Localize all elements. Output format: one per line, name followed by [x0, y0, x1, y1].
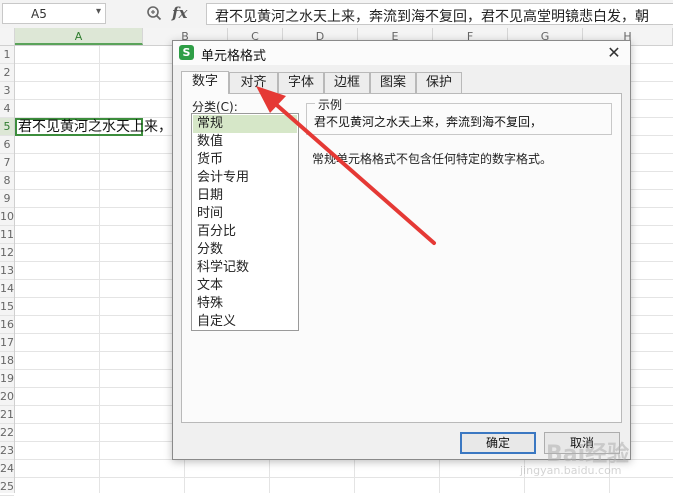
category-item-number[interactable]: 数值: [193, 133, 297, 151]
category-item-currency[interactable]: 货币: [193, 151, 297, 169]
ok-button[interactable]: 确定: [460, 432, 536, 454]
row-header-13[interactable]: 13: [0, 262, 14, 280]
row-header-10[interactable]: 10: [0, 208, 14, 226]
row-header-19[interactable]: 19: [0, 370, 14, 388]
row-header-23[interactable]: 23: [0, 442, 14, 460]
category-item-special[interactable]: 特殊: [193, 295, 297, 313]
name-box-value: A5: [31, 7, 47, 21]
row-header: 1 2 3 4 5 6 7 8 9 10 11 12 13 14 15 16 17 18 19 20 21 22 23 24 2…: [0, 46, 15, 496]
cancel-button[interactable]: 取消: [544, 432, 620, 454]
close-icon[interactable]: ✕: [604, 43, 624, 63]
row-header-17[interactable]: 17: [0, 334, 14, 352]
category-item-date[interactable]: 日期: [193, 187, 297, 205]
row-header-11[interactable]: 11: [0, 226, 14, 244]
active-cell-text: 君不见黄河之水天上来，: [18, 119, 172, 135]
row-header-5[interactable]: 5: [0, 118, 14, 136]
row-header-8[interactable]: 8: [0, 172, 14, 190]
sample-group: 示例 君不见黄河之水天上来，奔流到海不复回，: [306, 96, 612, 135]
formula-bar: A5 ▾ fx 君不见黄河之水天上来，奔流到海不复回，君不见高堂明镜悲白发，朝: [0, 0, 673, 29]
row-header-6[interactable]: 6: [0, 136, 14, 154]
row-header-4[interactable]: 4: [0, 100, 14, 118]
sample-label: 示例: [315, 96, 346, 113]
category-item-scientific[interactable]: 科学记数: [193, 259, 297, 277]
format-description: 常规单元格格式不包含任何特定的数字格式。: [312, 152, 553, 166]
sample-text: 君不见黄河之水天上来，奔流到海不复回，: [314, 115, 543, 129]
wps-sheet-app-icon: S: [179, 45, 194, 60]
category-item-general[interactable]: 常规: [193, 115, 297, 133]
row-header-15[interactable]: 15: [0, 298, 14, 316]
row-header-12[interactable]: 12: [0, 244, 14, 262]
function-fx-icon[interactable]: fx: [172, 4, 187, 22]
row-header-18[interactable]: 18: [0, 352, 14, 370]
tab-number[interactable]: 数字: [181, 71, 229, 94]
category-item-custom[interactable]: 自定义: [193, 313, 297, 331]
number-tab-panel: 分类(C): 常规 数值 货币 会计专用 日期 时间 百分比 分数 科学记数 文…: [181, 93, 622, 423]
dialog-titlebar[interactable]: S 单元格格式 ✕: [173, 41, 630, 65]
tab-font[interactable]: 字体: [278, 72, 324, 94]
row-header-22[interactable]: 22: [0, 424, 14, 442]
zoom-icon[interactable]: [146, 5, 162, 21]
select-all-corner[interactable]: [0, 28, 15, 45]
row-header-21[interactable]: 21: [0, 406, 14, 424]
category-item-percentage[interactable]: 百分比: [193, 223, 297, 241]
row-header-7[interactable]: 7: [0, 154, 14, 172]
tab-protection[interactable]: 保护: [416, 72, 462, 94]
formula-input[interactable]: 君不见黄河之水天上来，奔流到海不复回，君不见高堂明镜悲白发，朝: [206, 3, 673, 25]
tab-alignment[interactable]: 对齐: [229, 72, 278, 94]
category-item-time[interactable]: 时间: [193, 205, 297, 223]
row-header-16[interactable]: 16: [0, 316, 14, 334]
chevron-down-icon[interactable]: ▾: [96, 6, 101, 17]
category-item-fraction[interactable]: 分数: [193, 241, 297, 259]
row-header-25[interactable]: 25: [0, 478, 14, 496]
tab-border[interactable]: 边框: [324, 72, 370, 94]
category-item-accounting[interactable]: 会计专用: [193, 169, 297, 187]
column-header-a[interactable]: A: [15, 28, 143, 45]
row-header-9[interactable]: 9: [0, 190, 14, 208]
name-box[interactable]: A5 ▾: [2, 3, 106, 24]
tab-pattern[interactable]: 图案: [370, 72, 416, 94]
row-header-3[interactable]: 3: [0, 82, 14, 100]
format-cells-dialog: S 单元格格式 ✕ 数字 对齐 字体 边框 图案 保护 分类(C): 常规 数值…: [172, 40, 631, 460]
row-header-1[interactable]: 1: [0, 46, 14, 64]
row-header-14[interactable]: 14: [0, 280, 14, 298]
dialog-title: 单元格格式: [201, 49, 267, 64]
row-header-2[interactable]: 2: [0, 64, 14, 82]
row-header-24[interactable]: 24: [0, 460, 14, 478]
category-list[interactable]: 常规 数值 货币 会计专用 日期 时间 百分比 分数 科学记数 文本 特殊 自定…: [191, 113, 299, 331]
category-item-text[interactable]: 文本: [193, 277, 297, 295]
row-header-20[interactable]: 20: [0, 388, 14, 406]
